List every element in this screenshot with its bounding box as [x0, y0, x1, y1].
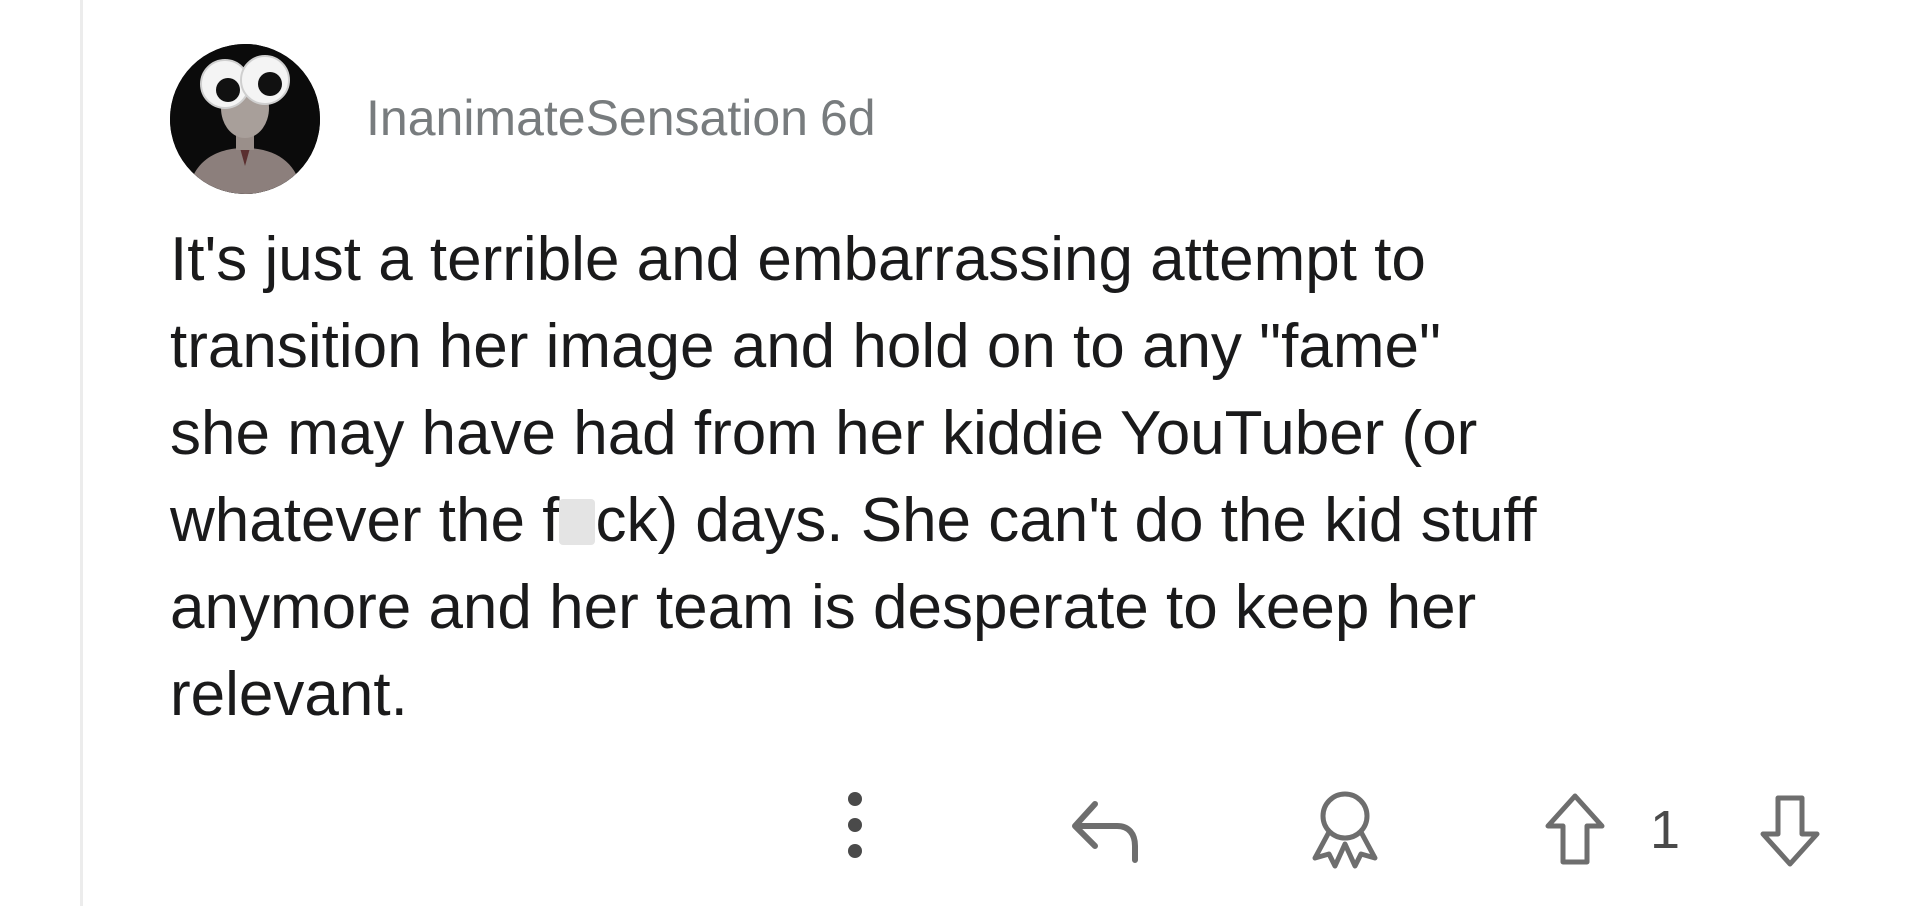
body-line: transition her image and hold on to any … [170, 312, 1441, 381]
downvote-arrow-icon [1760, 795, 1820, 867]
googly-eyes-avatar-icon [170, 44, 320, 194]
username[interactable]: InanimateSensation [366, 90, 808, 146]
body-line: relevant. [170, 660, 408, 729]
body-line: It's just a terrible and embarrassing at… [170, 225, 1426, 294]
comment-body: It's just a terrible and embarrassing at… [170, 216, 1830, 738]
comment-header: InanimateSensation 6d [170, 44, 1870, 194]
upvote-button[interactable] [1535, 785, 1615, 875]
comment-actions: 1 [0, 785, 1920, 875]
avatar[interactable] [170, 44, 320, 194]
body-line: whatever the f ck) days. She can't do the… [170, 477, 1830, 564]
reply-button[interactable] [1060, 785, 1150, 875]
thread-line [80, 0, 83, 906]
vertical-ellipsis-icon [848, 792, 862, 858]
award-ribbon-icon [1312, 791, 1378, 869]
more-options-button[interactable] [820, 785, 890, 865]
body-text-fragment: whatever the f [170, 486, 560, 555]
reply-arrow-icon [1072, 801, 1138, 863]
body-text-fragment: ck) days. She can't do the kid stuff [595, 486, 1537, 555]
downvote-button[interactable] [1750, 785, 1830, 875]
comment: InanimateSensation 6d It's just a terribl… [170, 44, 1870, 738]
comment-age: 6d [819, 90, 876, 146]
censor-block [559, 499, 596, 545]
body-line: anymore and her team is desperate to kee… [170, 573, 1477, 642]
body-line: she may have had from her kiddie YouTube… [170, 399, 1478, 468]
vote-score: 1 [1649, 800, 1681, 860]
comment-meta: InanimateSensation 6d [366, 89, 876, 147]
award-button[interactable] [1300, 785, 1390, 875]
upvote-arrow-icon [1545, 793, 1605, 865]
